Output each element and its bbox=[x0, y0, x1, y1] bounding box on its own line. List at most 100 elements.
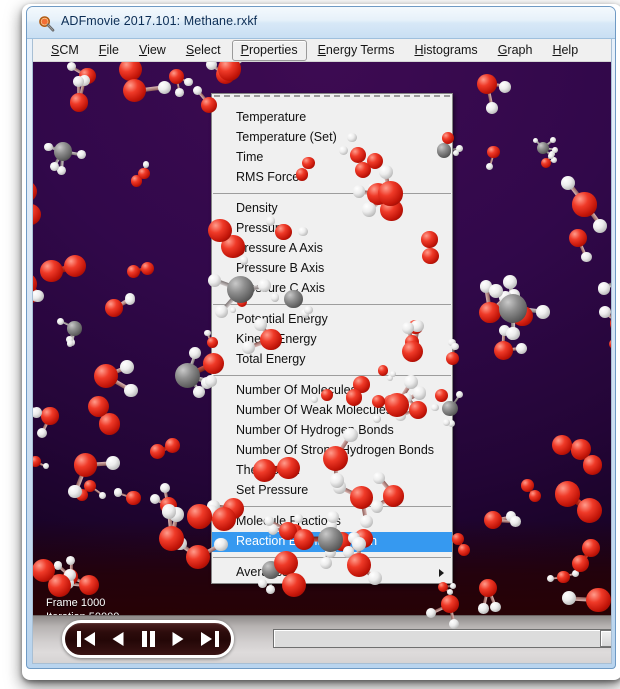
adfmovie-window: ADFmovie 2017.101: Methane.rxkf SCM File V… bbox=[26, 6, 616, 669]
window-title: ADFmovie 2017.101: Methane.rxkf bbox=[61, 14, 258, 28]
atom-hydrogen bbox=[485, 162, 493, 170]
menubar-item-file[interactable]: File bbox=[90, 40, 128, 61]
atom-hydrogen bbox=[99, 491, 106, 499]
menu-item-rms-force[interactable]: RMS Force bbox=[212, 168, 452, 188]
atom-carbon bbox=[284, 289, 303, 309]
menu-item-label: Pressure A Axis bbox=[236, 241, 323, 255]
atom-oxygen bbox=[493, 341, 513, 361]
atom-oxygen bbox=[440, 595, 459, 614]
skip-forward-arrow-icon bbox=[200, 632, 212, 646]
menubar-item-select[interactable]: Select bbox=[177, 40, 230, 61]
atom-oxygen bbox=[569, 229, 588, 248]
menubar-item-histograms[interactable]: Histograms bbox=[405, 40, 486, 61]
menu-tearoff-handle[interactable] bbox=[214, 95, 450, 106]
skip-to-start-button[interactable] bbox=[75, 628, 99, 650]
atom-carbon bbox=[174, 362, 201, 388]
atom-oxygen bbox=[570, 438, 591, 459]
atom-hydrogen bbox=[515, 343, 527, 355]
atom-oxygen bbox=[140, 261, 154, 275]
menu-item-pressure-b-axis[interactable]: Pressure B Axis bbox=[212, 259, 452, 279]
menubar-item-energy-terms[interactable]: Energy Terms bbox=[309, 40, 404, 61]
atom-hydrogen bbox=[119, 360, 134, 375]
transport-controls bbox=[62, 620, 234, 658]
atom-hydrogen bbox=[546, 575, 554, 583]
atom-oxygen bbox=[322, 446, 348, 472]
menubar-item-properties[interactable]: Properties bbox=[231, 39, 307, 61]
atom-carbon bbox=[67, 320, 82, 336]
atom-hydrogen bbox=[431, 403, 439, 412]
atom-hydrogen bbox=[266, 584, 276, 594]
menu-item-time[interactable]: Time bbox=[212, 148, 452, 168]
menu-item-number-of-hydrogen-bonds[interactable]: Number Of Hydrogen Bonds bbox=[212, 421, 452, 441]
atom-oxygen bbox=[201, 96, 218, 113]
atom-hydrogen bbox=[204, 329, 211, 337]
atom-hydrogen bbox=[597, 282, 611, 295]
menu-item-pressure[interactable]: Pressure bbox=[212, 219, 452, 239]
atom-oxygen bbox=[582, 539, 600, 557]
title-bar[interactable]: ADFmovie 2017.101: Methane.rxkf bbox=[27, 7, 615, 39]
step-back-button[interactable] bbox=[106, 628, 130, 650]
atom-oxygen bbox=[168, 69, 184, 85]
atom-hydrogen bbox=[270, 293, 280, 302]
menu-item-density[interactable]: Density bbox=[212, 199, 452, 219]
atom-hydrogen bbox=[593, 218, 608, 233]
atom-oxygen bbox=[211, 506, 236, 532]
menu-item-temperature[interactable]: Temperature bbox=[212, 108, 452, 128]
menu-item-temperature-set[interactable]: Temperature (Set) bbox=[212, 128, 452, 148]
atom-hydrogen bbox=[230, 307, 236, 313]
atom-oxygen bbox=[408, 400, 427, 419]
submenu-arrow-icon bbox=[439, 569, 444, 577]
menu-item-label: Temperature bbox=[236, 110, 307, 124]
atom-oxygen bbox=[159, 525, 185, 551]
atom-hydrogen bbox=[142, 161, 150, 168]
magnifier-icon bbox=[39, 16, 55, 32]
atom-oxygen bbox=[347, 552, 372, 577]
pause-button[interactable] bbox=[136, 628, 160, 650]
atom-oxygen bbox=[445, 351, 459, 365]
atom-hydrogen bbox=[326, 510, 339, 523]
atom-hydrogen bbox=[581, 251, 592, 263]
menubar-item-scm[interactable]: SCM bbox=[42, 40, 88, 61]
atom-oxygen bbox=[73, 453, 98, 477]
menu-item-label: Temperature (Set) bbox=[236, 130, 337, 144]
atom-hydrogen bbox=[510, 516, 521, 527]
atom-oxygen bbox=[33, 203, 42, 226]
atom-oxygen bbox=[123, 79, 147, 103]
play-button[interactable] bbox=[166, 628, 190, 650]
atom-hydrogen bbox=[506, 326, 520, 341]
menubar-item-view[interactable]: View bbox=[130, 40, 175, 61]
atom-oxygen bbox=[127, 265, 141, 279]
atom-hydrogen bbox=[536, 305, 550, 319]
atom-hydrogen bbox=[66, 339, 74, 347]
atom-oxygen bbox=[260, 328, 282, 351]
atom-oxygen bbox=[295, 168, 309, 181]
atom-hydrogen bbox=[44, 142, 53, 152]
menubar-item-graph[interactable]: Graph bbox=[489, 40, 542, 61]
skip-to-end-button[interactable] bbox=[197, 628, 221, 650]
atom-hydrogen bbox=[183, 77, 193, 87]
atom-hydrogen bbox=[450, 582, 457, 589]
atom-oxygen bbox=[378, 181, 403, 206]
menu-separator bbox=[213, 193, 451, 194]
atom-oxygen bbox=[165, 438, 181, 454]
atom-oxygen bbox=[421, 231, 438, 248]
menu-item-averages[interactable]: Averages bbox=[212, 563, 452, 583]
frame-scrubber[interactable] bbox=[273, 629, 611, 648]
frame-scrubber-thumb[interactable] bbox=[600, 630, 611, 647]
menu-bar: SCM File View Select Properties Energy Terms H… bbox=[33, 39, 611, 62]
atom-hydrogen bbox=[489, 284, 503, 298]
atom-oxygen bbox=[422, 247, 439, 265]
atom-hydrogen bbox=[448, 618, 460, 630]
atom-hydrogen bbox=[242, 341, 255, 354]
atom-hydrogen bbox=[503, 275, 518, 289]
atom-hydrogen bbox=[351, 537, 366, 552]
desktop-background: ADFmovie 2017.101: Methane.rxkf SCM File V… bbox=[0, 0, 620, 689]
menubar-item-help[interactable]: Help bbox=[543, 40, 587, 61]
atom-hydrogen bbox=[193, 385, 206, 398]
atom-hydrogen bbox=[215, 305, 228, 318]
atom-hydrogen bbox=[359, 515, 373, 529]
menu-item-pressure-a-axis[interactable]: Pressure A Axis bbox=[212, 239, 452, 259]
pause-icon-bar-left bbox=[141, 631, 147, 647]
atom-hydrogen bbox=[560, 175, 575, 190]
atom-hydrogen bbox=[208, 273, 222, 287]
